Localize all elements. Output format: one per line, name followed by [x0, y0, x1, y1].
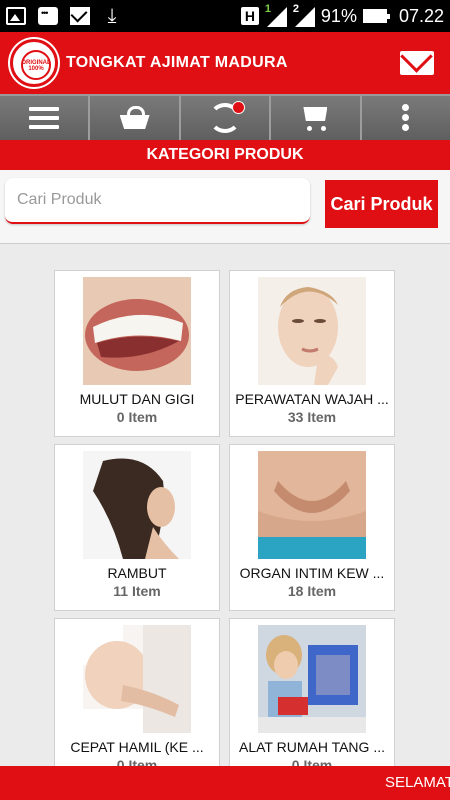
category-count: 18 Item: [287, 583, 337, 599]
category-name: ORGAN INTIM KEW ...: [239, 565, 385, 581]
refresh-button[interactable]: [180, 96, 272, 140]
cart-icon: [299, 105, 331, 131]
category-card[interactable]: ORGAN INTIM KEW ... 18 Item: [229, 444, 395, 611]
category-card[interactable]: CEPAT HAMIL (KE ... 0 Item: [54, 618, 220, 785]
category-card[interactable]: MULUT DAN GIGI 0 Item: [54, 270, 220, 437]
category-card[interactable]: RAMBUT 11 Item: [54, 444, 220, 611]
search-button[interactable]: Cari Produk: [325, 180, 438, 228]
system-indicators: H 1 2 91% 07.22: [240, 3, 444, 27]
category-count: 33 Item: [287, 409, 337, 425]
refresh-icon: [209, 101, 246, 133]
refresh-badge-icon: [232, 101, 246, 114]
more-vertical-icon: [401, 104, 410, 132]
app-logo: ORIGINAL 100%: [10, 39, 58, 87]
category-name: ALAT RUMAH TANG ...: [239, 739, 385, 755]
clock: 07.22: [398, 5, 444, 26]
category-image-intimate: [258, 451, 366, 559]
category-name: RAMBUT: [107, 565, 167, 581]
category-name: PERAWATAN WAJAH ...: [235, 391, 389, 407]
app-title: TONGKAT AJIMAT MADURA: [66, 54, 288, 71]
gmail-notification-icon: [70, 7, 90, 25]
category-card[interactable]: PERAWATAN WAJAH ... 33 Item: [229, 270, 395, 437]
category-image-teeth: [83, 277, 191, 385]
category-title-bar: KATEGORI PRODUK: [0, 140, 450, 170]
mail-icon[interactable]: [400, 51, 434, 75]
battery-percent: 91%: [320, 5, 357, 26]
search-input[interactable]: [5, 178, 310, 224]
more-button[interactable]: [361, 96, 450, 140]
app-header: ORIGINAL 100% TONGKAT AJIMAT MADURA: [0, 32, 450, 94]
category-count: 0 Item: [116, 409, 158, 425]
category-image-hair: [83, 451, 191, 559]
signal-sim2-icon: 2: [293, 3, 315, 27]
toolbar: [0, 94, 450, 140]
menu-button[interactable]: [0, 96, 91, 140]
basket-icon: [120, 106, 150, 130]
status-bar: ⤓ H 1 2 91% 07.22: [0, 0, 450, 32]
footer-marquee: SELAMAT DATANG: [0, 766, 450, 800]
category-card[interactable]: ALAT RUMAH TANG ... 0 Item: [229, 618, 395, 785]
cart-button[interactable]: [271, 96, 362, 140]
menu-icon: [29, 107, 60, 129]
battery-icon: [362, 9, 390, 23]
gallery-notification-icon: [6, 7, 26, 25]
basket-button[interactable]: [90, 96, 181, 140]
category-image-pregnancy: [83, 625, 191, 733]
category-name: MULUT DAN GIGI: [79, 391, 195, 407]
chat-notification-icon: [38, 7, 58, 25]
hspa-indicator: H: [240, 7, 259, 25]
category-name: CEPAT HAMIL (KE ...: [70, 739, 204, 755]
signal-sim1-icon: 1: [265, 3, 287, 27]
category-image-home-tools: [258, 625, 366, 733]
notification-icons: ⤓: [6, 5, 122, 27]
category-count: 11 Item: [113, 583, 161, 599]
search-area: Cari Produk: [0, 170, 450, 244]
category-image-face: [258, 277, 366, 385]
marquee-text: SELAMAT DATANG: [385, 774, 450, 791]
logo-text: ORIGINAL 100%: [21, 60, 51, 72]
download-notification-icon: ⤓: [107, 5, 117, 27]
